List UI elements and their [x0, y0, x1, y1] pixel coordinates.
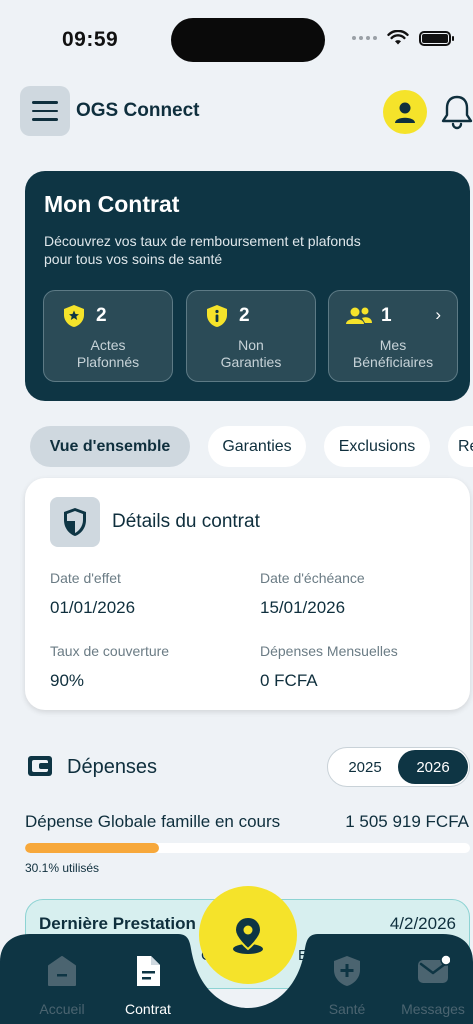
- contract-card: Mon Contrat Découvrez vos taux de rembou…: [25, 171, 470, 401]
- stat-actes-plafonnes[interactable]: 2 Actes Plafonnés: [43, 290, 173, 382]
- battery-icon: [419, 30, 454, 46]
- status-icons: [352, 30, 454, 46]
- spending-progress-bar: [25, 843, 470, 853]
- field-value-depenses-mensuelles: 0 FCFA: [260, 671, 318, 690]
- hamburger-icon: [32, 101, 58, 104]
- location-fab-button[interactable]: [199, 886, 297, 984]
- shield-icon-box: [50, 497, 100, 547]
- mail-icon: [418, 954, 452, 983]
- year-toggle: 2025 2026: [327, 747, 470, 787]
- document-icon: [137, 956, 160, 986]
- year-2026-button[interactable]: 2026: [398, 750, 468, 784]
- field-value-date-effet: 01/01/2026: [50, 598, 136, 617]
- app-title: OGS Connect: [76, 100, 200, 121]
- shield-icon: [64, 508, 86, 536]
- stat-count: 1: [381, 305, 392, 326]
- star-shield-icon: [64, 305, 84, 327]
- progress-fill: [25, 843, 159, 853]
- contract-details-card: Détails du contrat Date d'effet 01/01/20…: [25, 478, 470, 710]
- wallet-icon: [28, 756, 52, 776]
- nav-accueil[interactable]: Accueil: [22, 954, 102, 1017]
- last-service-date: 4/2/2026: [389, 914, 456, 933]
- contract-description: Découvrez vos taux de remboursement et p…: [44, 233, 361, 267]
- app-header: OGS Connect: [20, 86, 473, 136]
- signal-icon: [352, 36, 377, 40]
- wifi-icon: [387, 30, 409, 45]
- stat-non-garanties[interactable]: 2 Non Garanties: [186, 290, 316, 382]
- stat-label: Actes Plafonnés: [76, 337, 140, 370]
- stat-label: Non Garanties: [220, 337, 282, 370]
- field-label-taux-couverture: Taux de couverture: [50, 643, 170, 659]
- stat-beneficiaires[interactable]: 1 › Mes Bénéficiaires: [328, 290, 458, 382]
- profile-avatar-button[interactable]: [383, 90, 427, 134]
- tab-exclusions[interactable]: Exclusions: [324, 426, 430, 467]
- nav-sante[interactable]: Santé: [307, 954, 387, 1017]
- field-label-date-echeance: Date d'échéance: [260, 570, 365, 586]
- tab-garanties[interactable]: Garanties: [208, 426, 306, 467]
- field-label-depenses-mensuelles: Dépenses Mensuelles: [260, 643, 398, 659]
- nav-messages[interactable]: Messages: [393, 954, 473, 1017]
- dynamic-island: [171, 18, 325, 62]
- details-title: Détails du contrat: [112, 511, 260, 532]
- field-value-date-echeance: 15/01/2026: [260, 598, 346, 617]
- stat-label: Mes Bénéficiaires: [352, 337, 434, 370]
- chevron-right-icon: ›: [435, 305, 441, 324]
- info-shield-icon: [207, 305, 227, 327]
- tab-partial[interactable]: Re: [448, 426, 473, 467]
- status-bar: 09:59: [0, 0, 473, 70]
- bell-icon[interactable]: [440, 94, 473, 130]
- tab-vue-ensemble[interactable]: Vue d'ensemble: [30, 426, 190, 467]
- tab-bar: Vue d'ensemble Garanties Exclusions Re: [30, 426, 473, 467]
- depenses-title: Dépenses: [67, 756, 158, 778]
- location-pin-icon: [233, 915, 263, 954]
- stat-count: 2: [96, 305, 107, 326]
- home-icon: [48, 956, 76, 986]
- used-percentage: 30.1% utilisés: [25, 861, 100, 875]
- global-spending-value: 1 505 919 FCFA: [345, 812, 469, 831]
- last-service-title: Dernière Prestation: [39, 914, 196, 933]
- global-spending-label: Dépense Globale famille en cours: [25, 812, 281, 831]
- users-icon: [346, 307, 372, 324]
- health-shield-icon: [334, 956, 360, 986]
- stat-count: 2: [239, 305, 250, 326]
- menu-button[interactable]: [20, 86, 70, 136]
- nav-contrat[interactable]: Contrat: [108, 954, 188, 1017]
- status-time: 09:59: [62, 28, 119, 51]
- user-icon: [395, 102, 415, 123]
- year-2025-button[interactable]: 2025: [330, 750, 400, 784]
- field-value-taux-couverture: 90%: [50, 671, 85, 690]
- field-label-date-effet: Date d'effet: [50, 570, 121, 586]
- contract-title: Mon Contrat: [44, 191, 180, 217]
